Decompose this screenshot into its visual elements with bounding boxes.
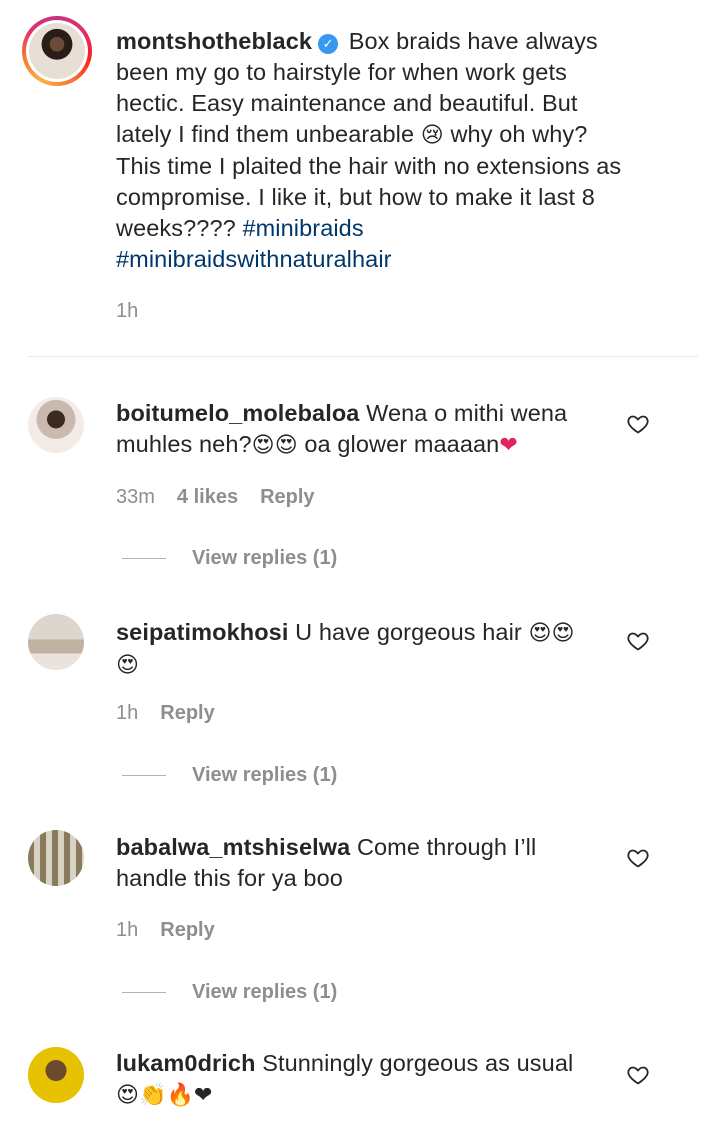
reply-button[interactable]: Reply [160,919,214,942]
caption-time: 1h [116,300,139,322]
caption-line: Box braids have always [348,28,598,54]
heart-icon[interactable] [626,1063,650,1087]
view-replies-button[interactable]: View replies (1) [122,764,337,787]
comment-meta: 33m 4 likes Reply [116,486,315,509]
verified-badge-icon: ✓ [318,34,339,54]
comment-meta: 1h Reply [116,702,215,725]
comment-username[interactable]: babalwa_mtshiselwa [116,834,350,860]
caption-meta: 1h [116,300,138,323]
caption-username[interactable]: montshotheblack [116,28,312,54]
caption-line: This time I plaited the hair with no ext… [116,153,622,179]
comment-body: Stunningly gorgeous as usual [262,1050,574,1076]
caption-line: hectic. Easy maintenance and beautiful. … [116,90,578,116]
replies-line [122,992,166,993]
heart-eyes-emoji: 😍 [116,653,140,678]
comment-body: oa glower maaaan [304,431,500,457]
comment-username[interactable]: boitumelo_molebaloa [116,400,359,426]
caption-author-avatar[interactable] [22,16,92,86]
comment-avatar[interactable] [28,830,84,886]
avatar-story-ring-gap [26,20,88,82]
view-replies-label: View replies (1) [192,547,338,569]
heart-icon[interactable] [626,846,650,870]
heart-eyes-emoji: 😍😍 [251,433,298,458]
comment-body: U have gorgeous hair [295,619,522,645]
caption-line: weeks???? [116,215,236,241]
comment-meta: 1h Reply [116,919,215,942]
view-replies-button[interactable]: View replies (1) [122,547,337,570]
caption-line: been my go to hairstyle for when work ge… [116,59,567,85]
hashtag-link[interactable]: #minibraidswithnaturalhair [116,246,392,272]
caption-line: why oh why? [450,121,588,147]
avatar-photo [29,23,85,79]
reply-button[interactable]: Reply [260,486,314,509]
replies-line [122,558,166,559]
comment-username[interactable]: seipatimokhosi [116,619,288,645]
emoji-sequence: 😍👏🔥❤ [116,1083,213,1108]
red-heart-emoji: ❤ [499,433,518,458]
heart-icon[interactable] [626,412,650,436]
comment-text: lukam0drich Stunningly gorgeous as usual… [116,1048,616,1111]
heart-icon[interactable] [626,629,650,653]
view-replies-label: View replies (1) [192,764,338,786]
replies-line [122,775,166,776]
view-replies-button[interactable]: View replies (1) [122,981,337,1004]
comment-avatar[interactable] [28,614,84,670]
caption-line: lately I find them unbearable [116,121,415,147]
comment-body: muhles neh? [116,431,252,457]
caption-divider [28,356,698,357]
comment-time: 1h [116,919,139,941]
hashtag-link[interactable]: #minibraids [242,215,363,241]
comment-username[interactable]: lukam0drich [116,1050,256,1076]
comment-time: 33m [116,486,155,508]
comment-body: Wena o mithi wena [366,400,568,426]
comment-text: seipatimokhosi U have gorgeous hair 😍😍 😍 [116,617,616,681]
heart-eyes-emoji: 😍😍 [528,621,575,646]
likes-count[interactable]: 4 likes [177,486,238,509]
comment-text: babalwa_mtshiselwa Come through I’ll han… [116,832,616,894]
caption-line: compromise. I like it, but how to make i… [116,184,595,210]
comment-body: handle this for ya boo [116,865,343,891]
comment-avatar[interactable] [28,1047,84,1103]
view-replies-label: View replies (1) [192,981,338,1003]
comment-text: boitumelo_molebaloa Wena o mithi wena mu… [116,398,616,461]
comment-body: Come through I’ll [356,834,537,860]
comment-avatar[interactable] [28,397,84,453]
comment-time: 1h [116,702,139,724]
caption-text: montshotheblack ✓ Box braids have always … [116,26,676,275]
reply-button[interactable]: Reply [160,702,214,725]
sad-face-emoji: 😢 [420,123,444,148]
